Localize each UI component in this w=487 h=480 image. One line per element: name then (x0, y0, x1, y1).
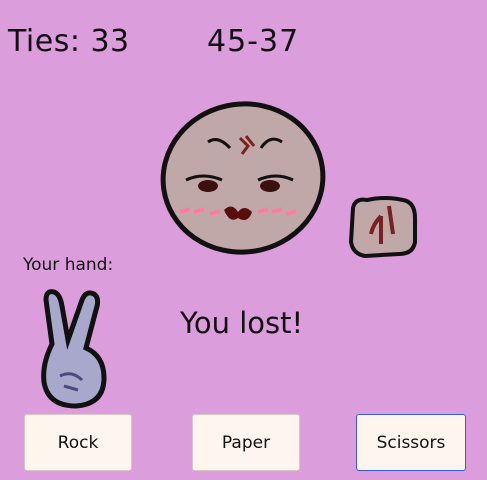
smug-face-icon (158, 100, 328, 264)
rock-button[interactable]: Rock (24, 414, 132, 471)
ties-counter: Ties: 33 (8, 24, 130, 59)
score-display: 45-37 (207, 24, 300, 59)
result-message: You lost! (180, 306, 304, 340)
paper-button[interactable]: Paper (192, 414, 300, 471)
peace-sign-hand-icon (38, 286, 114, 414)
your-hand-label: Your hand: (23, 255, 114, 275)
scissors-button[interactable]: Scissors (356, 414, 466, 471)
rock-fist-icon (345, 194, 419, 264)
